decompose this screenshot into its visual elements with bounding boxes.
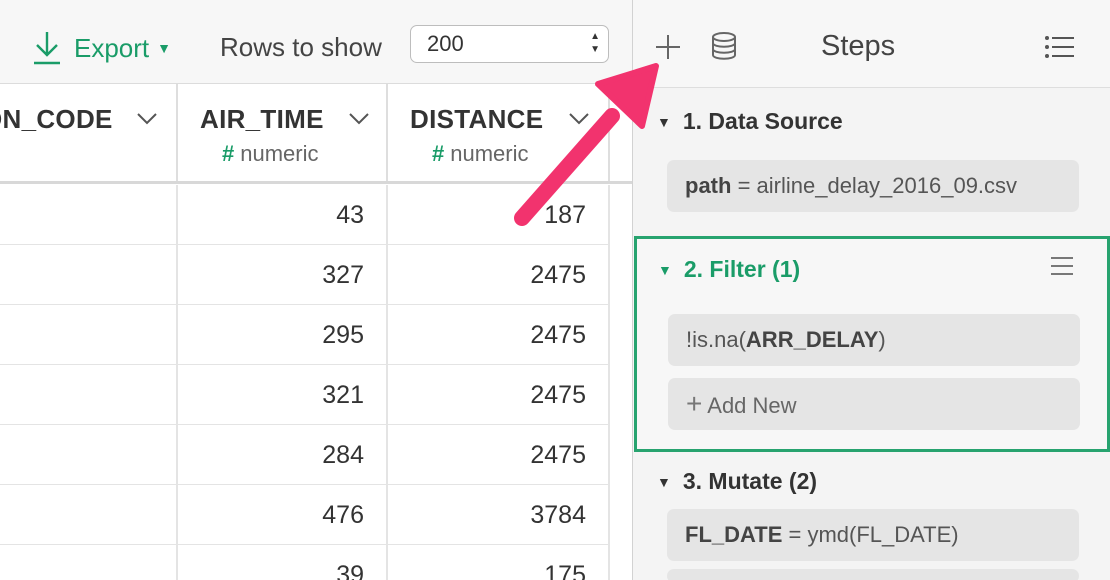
column-header-air-time[interactable]: AIR_TIME # numeric: [178, 84, 388, 181]
caret-down-icon: ▼: [157, 40, 172, 56]
table-cell[interactable]: [0, 245, 178, 305]
step-filter-header[interactable]: ▼ 2. Filter (1): [658, 256, 800, 283]
table-cell[interactable]: [0, 305, 178, 365]
table-cell[interactable]: 43: [178, 185, 388, 245]
steps-pane: Steps ▼ 1. Data Source path = airline_de…: [632, 0, 1110, 580]
plus-icon[interactable]: [655, 34, 681, 60]
add-new-filter-button[interactable]: + Add New: [668, 378, 1080, 430]
table-cell[interactable]: 2475: [388, 425, 610, 485]
table-cell[interactable]: [0, 365, 178, 425]
column-name: ON_CODE: [0, 104, 113, 134]
rows-to-show-select[interactable]: 200 ▲ ▼: [410, 25, 609, 63]
table-cell[interactable]: 2475: [388, 305, 610, 365]
table-cell[interactable]: 2475: [388, 365, 610, 425]
table-cell[interactable]: 3784: [388, 485, 610, 545]
table-cell[interactable]: 327: [178, 245, 388, 305]
chevron-down-icon[interactable]: [568, 112, 590, 126]
table-row: 327 2475: [0, 245, 610, 305]
column-name: DISTANCE: [410, 104, 544, 134]
triangle-down-icon[interactable]: ▼: [658, 262, 672, 278]
table-cell[interactable]: 2475: [388, 245, 610, 305]
steps-title: Steps: [821, 30, 896, 62]
table-cell[interactable]: [0, 545, 178, 580]
rows-to-show-value: 200: [427, 31, 464, 56]
numeric-icon: #: [432, 141, 445, 166]
step-filter-card: ▼ 2. Filter (1) !is.na(ARR_DELAY) + Add …: [634, 236, 1110, 452]
table-cell[interactable]: 39: [178, 545, 388, 580]
data-table-pane: Export ▼ Rows to show 200 ▲▼ ON_CODE AIR…: [0, 0, 632, 580]
table-row: 295 2475: [0, 305, 610, 365]
table-cell[interactable]: 284: [178, 425, 388, 485]
column-headers: ON_CODE AIR_TIME #numeric DISTANCE #nume…: [0, 84, 632, 184]
export-label: Export: [74, 32, 150, 63]
download-icon: [34, 32, 60, 65]
rows-to-show-label: Rows to show: [220, 32, 382, 62]
table-cell[interactable]: 295: [178, 305, 388, 365]
column-header-distance[interactable]: DISTANCE # numeric: [388, 84, 610, 181]
step-label: 2. Filter (1): [683, 256, 801, 282]
table-cell[interactable]: 321: [178, 365, 388, 425]
step-label: 3. Mutate (2): [682, 468, 818, 494]
column-type: # numeric: [222, 141, 319, 166]
table-row: 284 2475: [0, 425, 610, 485]
chevron-down-icon[interactable]: [136, 112, 158, 126]
list-icon[interactable]: [1045, 36, 1075, 58]
plus-icon: +: [686, 388, 703, 419]
table-cell[interactable]: [0, 425, 178, 485]
table-cell[interactable]: 476: [178, 485, 388, 545]
column-name: AIR_TIME: [200, 104, 324, 134]
table-cell[interactable]: 175: [388, 545, 610, 580]
chevron-down-icon[interactable]: [348, 112, 370, 126]
triangle-down-icon[interactable]: ▼: [657, 114, 671, 130]
table-row: 43 187: [0, 185, 610, 245]
table-row: 476 3784: [0, 485, 610, 545]
numeric-icon: #: [222, 141, 235, 166]
step-mutate-detail[interactable]: [667, 569, 1079, 580]
database-icon[interactable]: [711, 32, 737, 60]
step-data-source-detail[interactable]: path = airline_delay_2016_09.csv: [667, 160, 1079, 212]
table-cell[interactable]: 187: [388, 185, 610, 245]
table-row: 39 175: [0, 545, 610, 580]
column-type: # numeric: [432, 141, 529, 166]
steps-header: Steps: [633, 0, 1110, 88]
column-header-on-code[interactable]: ON_CODE: [0, 84, 178, 181]
step-mutate-detail[interactable]: FL_DATE = ymd(FL_DATE): [667, 509, 1079, 561]
menu-icon[interactable]: [1051, 257, 1073, 275]
table-toolbar: Export ▼ Rows to show 200 ▲ ▼: [0, 0, 632, 84]
add-new-label: Add New: [707, 393, 797, 418]
triangle-down-icon[interactable]: ▼: [657, 474, 671, 490]
step-label: 1. Data Source: [682, 108, 843, 134]
step-mutate-header[interactable]: ▼ 3. Mutate (2): [657, 468, 817, 495]
table-cell[interactable]: [0, 185, 178, 245]
table-cell[interactable]: [0, 485, 178, 545]
export-button[interactable]: Export ▼: [32, 26, 171, 70]
table-row: 321 2475: [0, 365, 610, 425]
stepper-arrows-icon: ▲ ▼: [590, 31, 600, 55]
step-data-source-header[interactable]: ▼ 1. Data Source: [657, 108, 843, 135]
filter-condition[interactable]: !is.na(ARR_DELAY): [668, 314, 1080, 366]
